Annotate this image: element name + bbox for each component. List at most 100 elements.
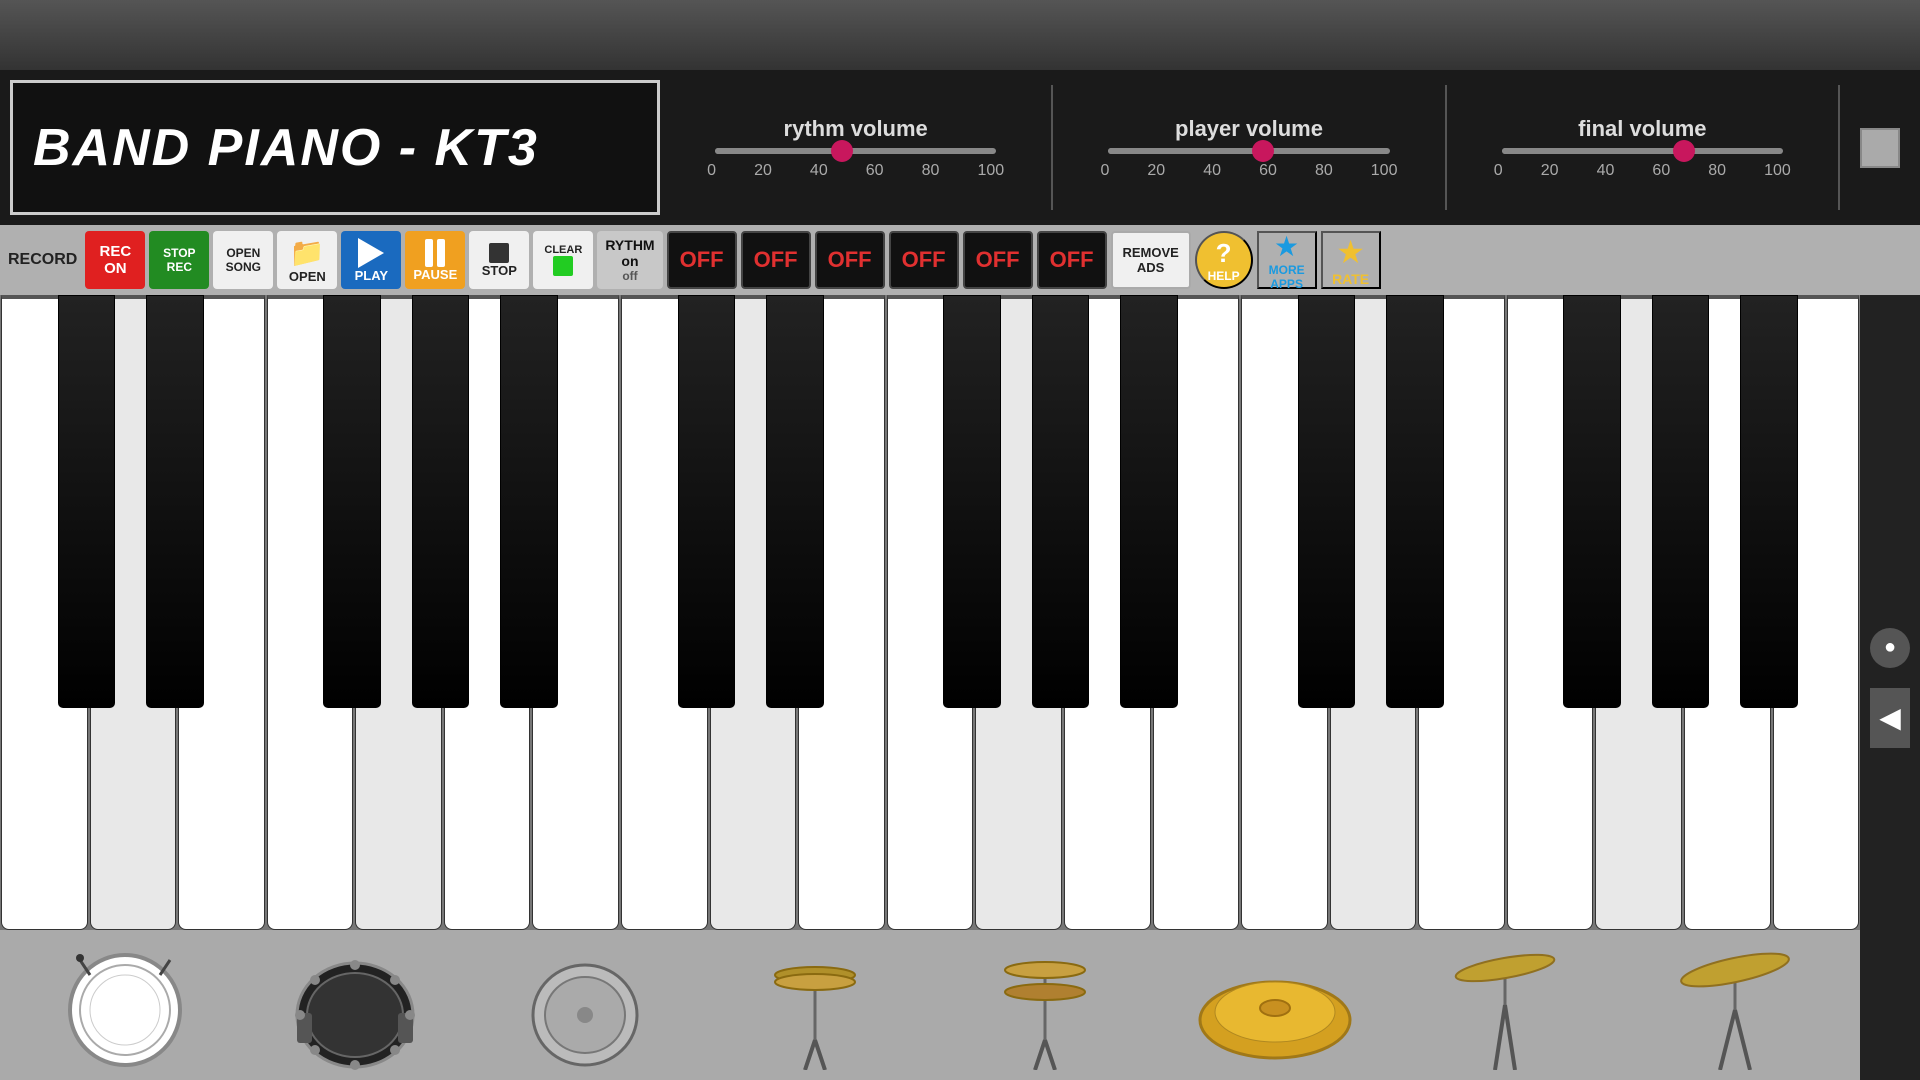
stop-button[interactable]: STOP [469,231,529,289]
black-key-2-5[interactable] [1740,295,1798,708]
final-volume-label: final volume [1578,116,1706,142]
drum-cymbal[interactable] [1190,940,1360,1070]
hihat-icon [750,940,880,1070]
help-button[interactable]: ? HELP [1195,231,1253,289]
rate-button[interactable]: ★ RATE [1321,231,1381,289]
pause-button[interactable]: PAUSE [405,231,465,289]
drum-ride[interactable] [1650,940,1820,1070]
piano-keyboard-area [0,295,1860,930]
player-volume-section: player volume 0 20 40 60 80 100 [1063,80,1434,215]
drum-hihat-open[interactable] [960,940,1130,1070]
drum-hihat-closed[interactable] [730,940,900,1070]
top-bar [0,0,1920,70]
title-box: BAND PIANO - KT3 [10,80,660,215]
main-area: BAND PIANO - KT3 rythm volume 0 20 40 60… [0,70,1920,1080]
drum-area [0,930,1860,1080]
black-key-1-5[interactable] [1120,295,1178,708]
keyboard-and-side: ● ◀ [0,295,1920,1080]
black-key-1-4[interactable] [1032,295,1090,708]
rec-on-label: RECON [100,243,132,277]
black-key-0-0[interactable] [58,295,116,708]
volume-divider-1 [1051,85,1053,210]
drum-crash[interactable] [1420,940,1590,1070]
stop-label: STOP [482,263,517,278]
player-volume-labels: 0 20 40 60 80 100 [1100,162,1397,180]
more-apps-label: MOREAPPS [1269,263,1305,291]
snare-drum-icon [60,950,190,1070]
help-label: HELP [1208,269,1240,283]
final-slider-track[interactable] [1502,148,1783,154]
clear-button[interactable]: CLEAR [533,231,593,289]
black-key-1-1[interactable] [766,295,824,708]
scroll-left-button[interactable]: ◀ [1870,688,1910,748]
drum-snare[interactable] [40,940,210,1070]
player-slider-track[interactable] [1108,148,1389,154]
remove-ads-button[interactable]: REMOVE ADS [1111,231,1191,289]
black-key-0-5[interactable] [500,295,558,708]
black-key-1-3[interactable] [943,295,1001,708]
play-button[interactable]: PLAY [341,231,401,289]
remove-ads-line1: REMOVE [1122,245,1178,260]
open-button[interactable]: 📁 OPEN [277,231,337,289]
rythm-volume-section: rythm volume 0 20 40 60 80 100 [670,80,1041,215]
off-button-2[interactable]: OFF [741,231,811,289]
piano-and-drums [0,295,1860,1080]
final-volume-labels: 0 20 40 60 80 100 [1494,162,1791,180]
black-key-0-3[interactable] [323,295,381,708]
help-question-icon: ? [1216,238,1232,269]
open-song-label: OPENSONG [226,246,261,274]
record-label: RECORD [8,251,77,269]
apps-star-icon: ★ [1274,230,1299,263]
play-label: PLAY [355,268,388,283]
pause-label: PAUSE [413,267,457,282]
stop-square-button[interactable] [1860,128,1900,168]
pause-icon [425,239,445,267]
off-button-3[interactable]: OFF [815,231,885,289]
volume-divider-2 [1445,85,1447,210]
drum-bass-2[interactable] [270,940,440,1070]
rythm-slider-thumb[interactable] [831,140,853,162]
drum-bass[interactable] [500,940,670,1070]
rythm-volume-labels: 0 20 40 60 80 100 [707,162,1004,180]
black-key-2-1[interactable] [1386,295,1444,708]
black-keys-row [0,295,1860,708]
header-row: BAND PIANO - KT3 rythm volume 0 20 40 60… [0,70,1920,225]
final-volume-section: final volume 0 20 40 60 80 100 [1457,80,1828,215]
play-triangle-icon [358,238,384,268]
off-button-4[interactable]: OFF [889,231,959,289]
rythm-slider-track[interactable] [715,148,996,154]
clear-green-icon [553,256,573,276]
scroll-up-button[interactable]: ● [1870,628,1910,668]
off-button-5[interactable]: OFF [963,231,1033,289]
crash-cymbal-icon [1440,940,1570,1070]
open-label: OPEN [289,269,326,284]
volume-divider-3 [1838,85,1840,210]
ride-cymbal-icon [1670,940,1800,1070]
black-key-0-4[interactable] [412,295,470,708]
black-key-2-3[interactable] [1563,295,1621,708]
piano-container [0,295,1860,930]
rate-label: RATE [1332,271,1369,287]
rythm-on-label: RYTHM [605,237,654,253]
folder-icon: 📁 [290,236,325,269]
black-key-0-1[interactable] [146,295,204,708]
rythm-slider-container [670,148,1041,154]
app-title: BAND PIANO - KT3 [33,118,539,178]
rythm-toggle-button[interactable]: RYTHM on off [597,231,662,289]
final-slider-container [1457,148,1828,154]
black-key-2-4[interactable] [1652,295,1710,708]
stop-btn-area [1850,80,1910,215]
toolbar-row: RECORD RECON STOPREC OPENSONG 📁 OPEN PLA… [0,225,1920,295]
off-button-6[interactable]: OFF [1037,231,1107,289]
open-song-button[interactable]: OPENSONG [213,231,273,289]
final-slider-thumb[interactable] [1673,140,1695,162]
player-slider-thumb[interactable] [1252,140,1274,162]
more-apps-button[interactable]: ★ MOREAPPS [1257,231,1317,289]
player-volume-label: player volume [1175,116,1323,142]
off-button-1[interactable]: OFF [667,231,737,289]
stop-rec-button[interactable]: STOPREC [149,231,209,289]
black-key-2-0[interactable] [1298,295,1356,708]
cymbal-icon [1195,950,1355,1070]
black-key-1-0[interactable] [678,295,736,708]
rec-on-button[interactable]: RECON [85,231,145,289]
